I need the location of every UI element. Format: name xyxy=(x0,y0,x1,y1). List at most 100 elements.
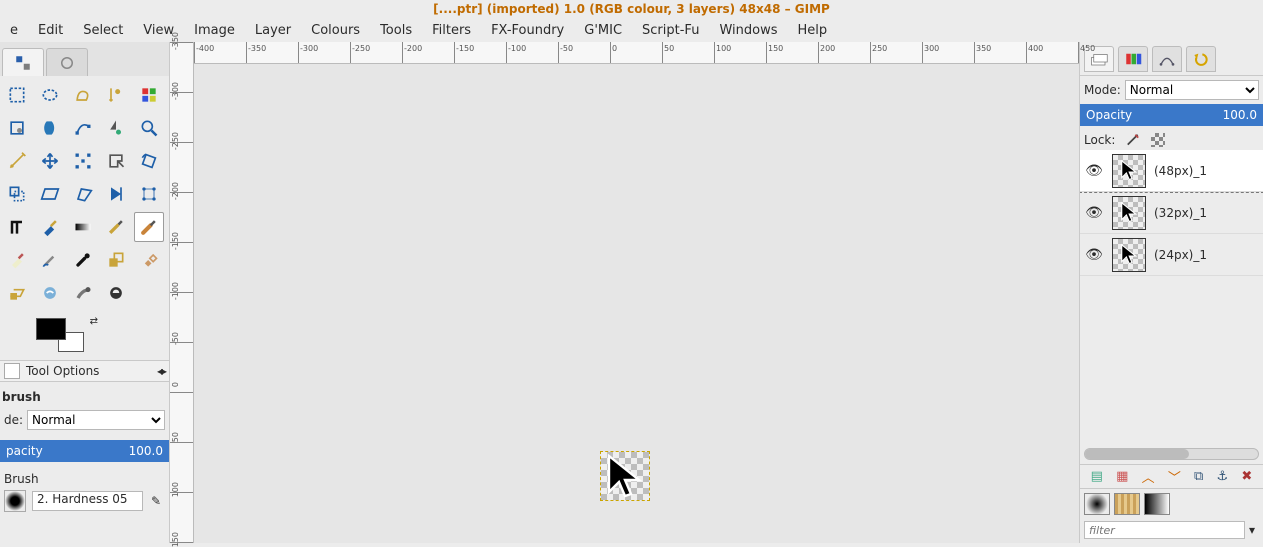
vertical-ruler[interactable]: -350-300-250-200-150-100-50050100150 xyxy=(170,42,194,543)
tool-rect-select[interactable] xyxy=(2,80,32,110)
channels-tab[interactable] xyxy=(1118,46,1148,72)
tool-zoom[interactable] xyxy=(134,113,164,143)
tool-free-select[interactable] xyxy=(68,80,98,110)
tool-options-label: Tool Options xyxy=(26,364,99,378)
layer-opacity-value: 100.0 xyxy=(1223,108,1257,122)
anchor-layer-button[interactable]: ⚓ xyxy=(1217,469,1229,484)
visibility-icon[interactable]: 👁 xyxy=(1084,247,1104,263)
layer-row[interactable]: 👁 (48px)_1 xyxy=(1080,150,1263,192)
layer-name[interactable]: (48px)_1 xyxy=(1154,164,1207,178)
pattern-swatch[interactable] xyxy=(1114,493,1140,515)
undo-tab[interactable] xyxy=(1186,46,1216,72)
gradient-swatch[interactable] xyxy=(1144,493,1170,515)
layers-hscroll[interactable] xyxy=(1084,448,1259,460)
canvas-column: -350-300-250-200-150-100-50050100150 -40… xyxy=(170,42,1079,543)
tool-by-color-select[interactable] xyxy=(134,80,164,110)
tool-perspective[interactable] xyxy=(68,179,98,209)
filter-input[interactable] xyxy=(1084,521,1245,539)
mode-select[interactable]: Normal xyxy=(27,410,165,430)
filter-clear-icon[interactable]: ▾ xyxy=(1245,523,1259,537)
menu-tools[interactable]: Tools xyxy=(370,19,422,42)
tool-pencil[interactable] xyxy=(101,212,131,242)
tool-dodge-burn[interactable] xyxy=(101,278,131,308)
tool-fuzzy-select[interactable] xyxy=(101,80,131,110)
menu-fxfoundry[interactable]: FX-Foundry xyxy=(481,19,574,42)
tool-foreground-select[interactable] xyxy=(35,113,65,143)
menu-select[interactable]: Select xyxy=(73,19,133,42)
menu-layer[interactable]: Layer xyxy=(245,19,301,42)
visibility-icon[interactable]: 👁 xyxy=(1084,205,1104,221)
tool-clone[interactable] xyxy=(101,245,131,275)
tool-airbrush[interactable] xyxy=(35,245,65,275)
tool-color-picker[interactable] xyxy=(101,113,131,143)
duplicate-layer-button[interactable]: ⧉ xyxy=(1194,469,1203,484)
tool-crop[interactable] xyxy=(101,146,131,176)
layer-name[interactable]: (24px)_1 xyxy=(1154,248,1207,262)
layer-thumb[interactable] xyxy=(1112,154,1146,188)
tool-rotate[interactable] xyxy=(134,146,164,176)
menu-edit[interactable]: Edit xyxy=(28,19,73,42)
tool-scissors-select[interactable] xyxy=(2,113,32,143)
opacity-slider[interactable]: pacity 100.0 xyxy=(0,440,169,462)
panel-menu-icon[interactable]: ◂▸ xyxy=(157,364,165,378)
fg-color[interactable] xyxy=(36,318,66,340)
paths-tab[interactable] xyxy=(1152,46,1182,72)
layer-thumb[interactable] xyxy=(1112,238,1146,272)
tool-options-body: brush de: Normal pacity 100.0 Brush 2. H… xyxy=(0,382,169,543)
tool-move[interactable] xyxy=(35,146,65,176)
tool-blur-sharpen[interactable] xyxy=(35,278,65,308)
delete-layer-button[interactable]: ✖ xyxy=(1241,469,1252,484)
canvas[interactable] xyxy=(194,64,1079,543)
tool-perspective-clone[interactable] xyxy=(2,278,32,308)
tool-eraser[interactable] xyxy=(2,245,32,275)
menu-image[interactable]: Image xyxy=(184,19,245,42)
brush-name-field[interactable]: 2. Hardness 05 xyxy=(32,491,143,511)
menu-e[interactable]: e xyxy=(0,19,28,42)
raise-layer-button[interactable]: ︿ xyxy=(1142,467,1155,486)
toolbox-tab-main[interactable] xyxy=(2,48,44,76)
brush-edit-icon[interactable]: ✎ xyxy=(147,492,165,510)
toolbox-tab-secondary[interactable] xyxy=(46,48,88,76)
menu-filters[interactable]: Filters xyxy=(422,19,481,42)
layer-row[interactable]: 👁 (24px)_1 xyxy=(1080,234,1263,276)
lock-pixels-icon[interactable] xyxy=(1125,132,1141,148)
tool-shear[interactable] xyxy=(35,179,65,209)
color-swatch[interactable]: ⇄ xyxy=(36,318,84,352)
tool-measure[interactable] xyxy=(2,146,32,176)
tool-align[interactable] xyxy=(68,146,98,176)
layer-name[interactable]: (32px)_1 xyxy=(1154,206,1207,220)
horizontal-ruler[interactable]: -400-350-300-250-200-150-100-50050100150… xyxy=(194,42,1079,64)
tool-cage[interactable] xyxy=(134,179,164,209)
menu-windows[interactable]: Windows xyxy=(709,19,787,42)
toolbox-tabs xyxy=(0,42,169,76)
visibility-icon[interactable]: 👁 xyxy=(1084,163,1104,179)
new-layer-button[interactable]: ▤ xyxy=(1091,469,1103,484)
swap-colors-icon[interactable]: ⇄ xyxy=(90,316,98,327)
tool-ellipse-select[interactable] xyxy=(35,80,65,110)
tool-bucket-fill[interactable] xyxy=(35,212,65,242)
lock-alpha-icon[interactable] xyxy=(1151,133,1165,147)
image-content[interactable] xyxy=(601,452,649,500)
lower-layer-button[interactable]: ﹀ xyxy=(1168,467,1181,486)
layer-mode-select[interactable]: Normal xyxy=(1125,80,1259,100)
tool-options-tab[interactable]: Tool Options ◂▸ xyxy=(0,360,169,382)
brush-thumb[interactable] xyxy=(4,490,26,512)
tool-text[interactable] xyxy=(2,212,32,242)
tool-blend[interactable] xyxy=(68,212,98,242)
tool-ink[interactable] xyxy=(68,245,98,275)
layer-opacity-slider[interactable]: Opacity 100.0 xyxy=(1080,104,1263,126)
brush-swatch[interactable] xyxy=(1084,493,1110,515)
tool-heal[interactable] xyxy=(134,245,164,275)
tool-scale[interactable] xyxy=(2,179,32,209)
menu-scriptfu[interactable]: Script-Fu xyxy=(632,19,709,42)
menu-help[interactable]: Help xyxy=(787,19,837,42)
tool-paintbrush[interactable] xyxy=(134,212,164,242)
tool-paths[interactable] xyxy=(68,113,98,143)
layer-thumb[interactable] xyxy=(1112,196,1146,230)
menu-colours[interactable]: Colours xyxy=(301,19,370,42)
layer-group-button[interactable]: ▦ xyxy=(1116,469,1128,484)
tool-smudge[interactable] xyxy=(68,278,98,308)
tool-flip[interactable] xyxy=(101,179,131,209)
menu-gmic[interactable]: G'MIC xyxy=(574,19,632,42)
layer-row[interactable]: 👁 (32px)_1 xyxy=(1080,192,1263,234)
